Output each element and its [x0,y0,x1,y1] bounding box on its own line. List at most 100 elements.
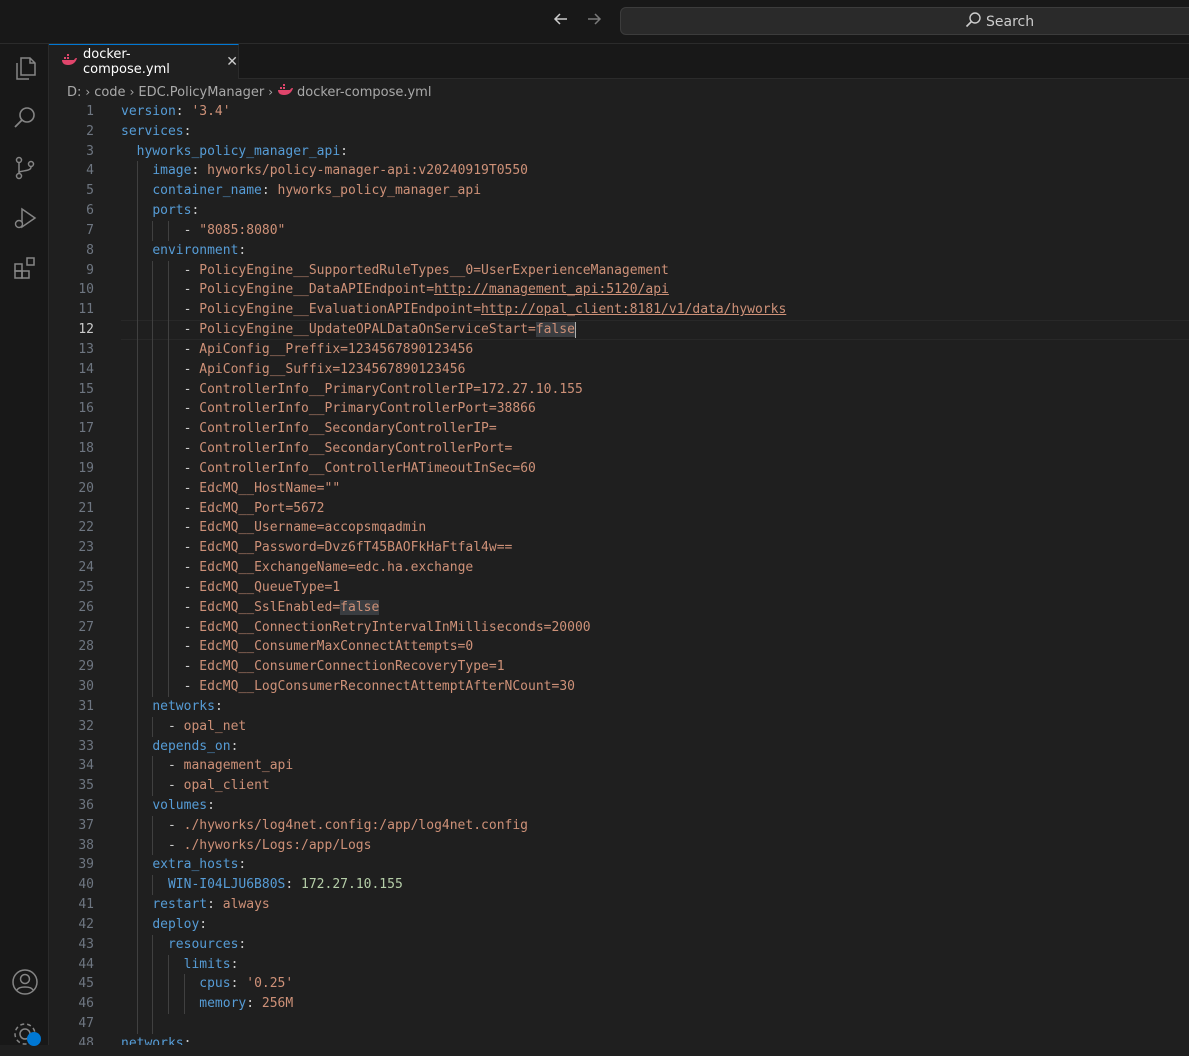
code-line[interactable]: 18 - ControllerInfo__SecondaryController… [49,439,1189,459]
code-line[interactable]: 19 - ControllerInfo__ControllerHATimeout… [49,458,1189,479]
code-line[interactable]: 36 volumes: [49,795,1189,816]
source-control-icon[interactable] [0,144,49,192]
code-line[interactable]: 42 deploy: [49,914,1189,935]
code-line[interactable]: 26 - EdcMQ__SslEnabled=false [49,597,1189,618]
code-line[interactable]: 41 restart: always [49,895,1189,915]
code-line[interactable]: 23 - EdcMQ__Password=Dvz6fT45BAOFkHaFtfa… [49,538,1189,559]
forward-arrow-icon[interactable] [582,10,606,34]
line-number: 34 [78,758,94,774]
line-number: 33 [78,738,94,754]
code-line[interactable]: 17 - ControllerInfo__SecondaryController… [49,419,1189,440]
code-line[interactable]: 3 hyworks_policy_manager_api: [49,142,1189,162]
code-text: version: '3.4' [121,104,231,119]
code-text: - EdcMQ__ConnectionRetryIntervalInMillis… [183,619,591,635]
code-line[interactable]: 35 - opal_client [49,776,1189,796]
code-line[interactable]: 13 - ApiConfig__Preffix=1234567890123456 [49,339,1189,360]
code-text: limits: [183,956,239,972]
code-text: - ControllerInfo__ControllerHATimeoutInS… [183,460,536,476]
line-number: 29 [78,659,94,675]
search-icon [964,11,982,33]
code-text: image: hyworks/policy-manager-api:v20240… [152,163,529,179]
code-text: - PolicyEngine__EvaluationAPIEndpoint=ht… [183,302,787,318]
code-line[interactable]: 21 - EdcMQ__Port=5672 [49,498,1189,519]
code-line[interactable]: 10 - PolicyEngine__DataAPIEndpoint=http:… [49,280,1189,301]
code-line[interactable]: 27 - EdcMQ__ConnectionRetryIntervalInMil… [49,617,1189,638]
code-line[interactable]: 46 memory: 256M [49,994,1189,1015]
code-line[interactable]: 32 - opal_net [49,716,1189,737]
settings-gear-icon[interactable] [0,1008,49,1056]
breadcrumb-folder-project[interactable]: EDC.PolicyManager [138,85,264,100]
close-icon[interactable]: ✕ [226,54,238,70]
explorer-icon[interactable] [0,44,49,92]
code-line[interactable]: 11 - PolicyEngine__EvaluationAPIEndpoint… [49,300,1189,321]
code-line[interactable]: 45 cpus: '0.25' [49,974,1189,995]
account-icon[interactable] [0,958,49,1006]
code-line[interactable]: 33 depends_on: [49,736,1189,757]
line-number: 1 [86,104,94,119]
code-text: - ControllerInfo__PrimaryControllerIP=17… [183,381,583,397]
code-line[interactable]: 30 - EdcMQ__LogConsumerReconnectAttemptA… [49,677,1189,697]
code-line[interactable]: 25 - EdcMQ__QueueType=1 [49,577,1189,598]
code-line[interactable]: 14 - ApiConfig__Suffix=1234567890123456 [49,359,1189,380]
code-text: - EdcMQ__ExchangeName=edc.ha.exchange [183,560,474,576]
code-line[interactable]: 40 WIN-I04LJU6B80S: 172.27.10.155 [49,875,1189,896]
breadcrumb-drive[interactable]: D: [67,85,81,100]
code-line[interactable]: 39 extra_hosts: [49,855,1189,876]
code-line[interactable]: 20 - EdcMQ__HostName="" [49,478,1189,499]
code-text: - PolicyEngine__UpdateOPALDataOnServiceS… [183,321,576,338]
code-editor[interactable]: 1 version: '3.4' 2 services: 3 hyworks_polic… [49,102,1189,1045]
code-text: networks: [152,698,223,714]
code-line[interactable]: 12 - PolicyEngine__UpdateOPALDataOnServi… [49,320,1189,340]
code-text: - EdcMQ__Password=Dvz6fT45BAOFkHaFtfal4w… [183,540,513,556]
code-line[interactable]: 2 services: [49,122,1189,142]
chevron-right-icon: › [85,85,91,99]
line-number: 7 [86,222,94,238]
code-line[interactable]: 9 - PolicyEngine__SupportedRuleTypes__0=… [49,260,1189,281]
tab-docker-compose[interactable]: docker-compose.yml ✕ [49,44,239,79]
code-text: - ControllerInfo__PrimaryControllerPort=… [183,401,536,417]
code-line[interactable]: 47 [49,1014,1189,1034]
line-number: 14 [78,361,94,377]
extensions-icon[interactable] [0,244,49,292]
code-text: volumes: [152,797,215,813]
code-line[interactable]: 22 - EdcMQ__Username=accopsmqadmin [49,518,1189,539]
line-number: 11 [78,302,94,318]
code-line[interactable]: 38 - ./hyworks/Logs:/app/Logs [49,835,1189,856]
code-text: - EdcMQ__Port=5672 [183,500,325,516]
code-line[interactable]: 48 networks: [49,1034,1189,1045]
code-line[interactable]: 16 - ControllerInfo__PrimaryControllerPo… [49,399,1189,420]
back-arrow-icon[interactable] [549,10,573,34]
run-debug-icon[interactable] [0,194,49,242]
breadcrumb-file[interactable]: docker-compose.yml [297,85,431,100]
code-text: - PolicyEngine__SupportedRuleTypes__0=Us… [183,262,669,278]
code-text: - management_api [167,758,294,774]
code-line[interactable]: 34 - management_api [49,756,1189,777]
code-line[interactable]: 43 resources: [49,934,1189,955]
code-text: - EdcMQ__ConsumerMaxConnectAttempts=0 [183,639,474,655]
code-line[interactable]: 4 image: hyworks/policy-manager-api:v202… [49,161,1189,182]
code-text: - opal_client [167,778,270,794]
code-line[interactable]: 5 container_name: hyworks_policy_manager… [49,181,1189,202]
code-line[interactable]: 8 environment: [49,240,1189,261]
code-line[interactable]: 37 - ./hyworks/log4net.config:/app/log4n… [49,815,1189,836]
code-line[interactable]: 31 networks: [49,696,1189,717]
code-line[interactable]: 44 limits: [49,954,1189,975]
code-text: - opal_net [167,718,247,734]
line-number: 19 [78,460,94,476]
code-line[interactable]: 29 - EdcMQ__ConsumerConnectionRecoveryTy… [49,657,1189,678]
search-icon[interactable] [0,94,49,142]
line-number: 8 [86,242,94,258]
code-text: - ControllerInfo__SecondaryControllerPor… [183,441,513,457]
code-line[interactable]: 24 - EdcMQ__ExchangeName=edc.ha.exchange [49,558,1189,578]
code-line[interactable]: 6 ports: [49,201,1189,221]
breadcrumb-folder-code[interactable]: code [94,85,125,100]
code-line[interactable]: 28 - EdcMQ__ConsumerMaxConnectAttempts=0 [49,637,1189,658]
code-line[interactable]: 15 - ControllerInfo__PrimaryControllerIP… [49,379,1189,400]
code-text: hyworks_policy_manager_api: [136,143,348,159]
line-number: 31 [78,698,94,714]
line-number: 47 [78,1016,94,1032]
command-center-search[interactable]: Search [620,7,1189,35]
code-line[interactable]: 7 - "8085:8080" [49,220,1189,241]
code-line[interactable]: 1 version: '3.4' [49,102,1189,122]
line-number: 46 [78,996,94,1012]
